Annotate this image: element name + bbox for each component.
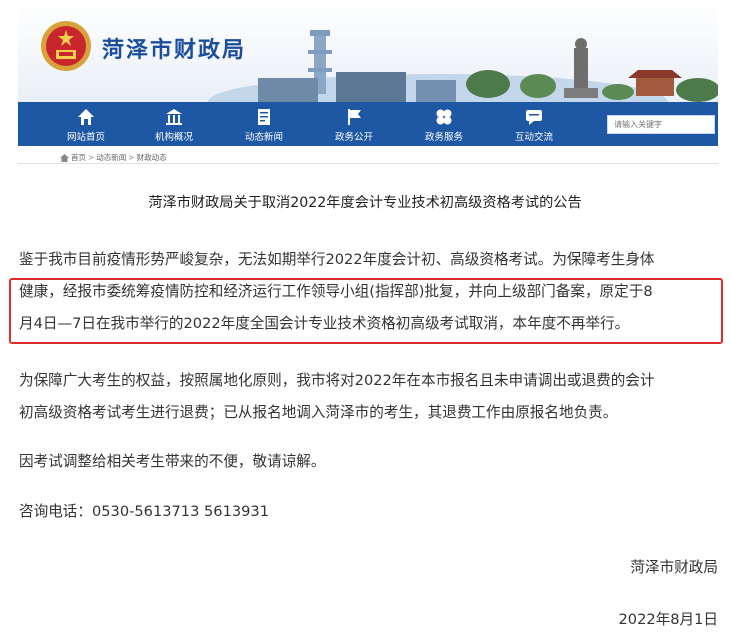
nav-item-label: 互动交流 <box>514 132 553 143</box>
clover-icon <box>436 109 452 125</box>
home-icon <box>78 109 94 125</box>
nav-item-label: 政务公开 <box>334 132 373 143</box>
contact-phone-text: 咨询电话：0530-5613713 5613931 <box>19 503 270 520</box>
article-paragraph-2: 为保障广大考生的权益，按照属地化原则，我市将对2022年在本市报名且未申请调出或… <box>19 365 719 429</box>
search-input[interactable] <box>607 115 715 134</box>
nav-item-news[interactable]: 动态新闻 <box>224 102 304 146</box>
flag-icon <box>348 109 361 125</box>
main-nav: 网站首页 机构概况 动态新闻 政务公开 政务服务 互动交流 请输入关键字 <box>18 102 718 146</box>
paragraph-line: 因考试调整给相关考生带来的不便，敬请谅解。 <box>19 453 326 470</box>
paragraph-line: 为保障广大考生的权益，按照属地化原则，我市将对2022年在本市报名且未申请调出或… <box>19 372 655 389</box>
article-date: 2022年8月1日 <box>618 611 719 628</box>
site-name: 菏泽市财政局 <box>102 38 247 63</box>
nav-item-label: 网站首页 <box>66 132 105 143</box>
nav-item-interaction[interactable]: 互动交流 <box>494 102 574 146</box>
breadcrumb-separator: > <box>128 153 135 162</box>
paragraph-line: 鉴于我市目前疫情形势严峻复杂，无法如期举行2022年度会计初、高级资格考试。为保… <box>19 251 655 268</box>
nav-item-label: 机构概况 <box>154 132 193 143</box>
document-icon <box>258 109 270 125</box>
nav-item-home[interactable]: 网站首页 <box>46 102 126 146</box>
header-divider <box>18 163 718 164</box>
article-signature: 菏泽市财政局 <box>630 559 718 576</box>
chat-icon <box>526 110 542 125</box>
home-icon <box>60 153 69 162</box>
breadcrumb: 首页 > 动态新闻 > 财政动态 <box>60 152 167 163</box>
breadcrumb-separator: > <box>88 153 95 162</box>
building-icon <box>166 109 182 125</box>
breadcrumb-link-home[interactable]: 首页 <box>71 152 86 163</box>
paragraph-line: 初高级资格考试考生进行退费；已从报名地调入菏泽市的考生，其退费工作由原报名地负责… <box>19 404 618 421</box>
breadcrumb-link-news[interactable]: 动态新闻 <box>96 152 126 163</box>
nav-item-gov-affairs[interactable]: 政务公开 <box>314 102 394 146</box>
nav-item-organization[interactable]: 机构概况 <box>134 102 214 146</box>
nav-item-label: 动态新闻 <box>244 132 283 143</box>
breadcrumb-link-finance[interactable]: 财政动态 <box>137 152 167 163</box>
highlight-annotation-box <box>9 278 723 344</box>
article-title: 菏泽市财政局关于取消2022年度会计专业技术初高级资格考试的公告 <box>148 195 582 211</box>
contact-phone: 咨询电话：0530-5613713 5613931 <box>19 496 719 528</box>
nav-item-gov-services[interactable]: 政务服务 <box>404 102 484 146</box>
article-paragraph-3: 因考试调整给相关考生带来的不便，敬请谅解。 <box>19 446 719 478</box>
national-emblem-logo <box>41 21 91 71</box>
nav-item-label: 政务服务 <box>424 132 463 143</box>
